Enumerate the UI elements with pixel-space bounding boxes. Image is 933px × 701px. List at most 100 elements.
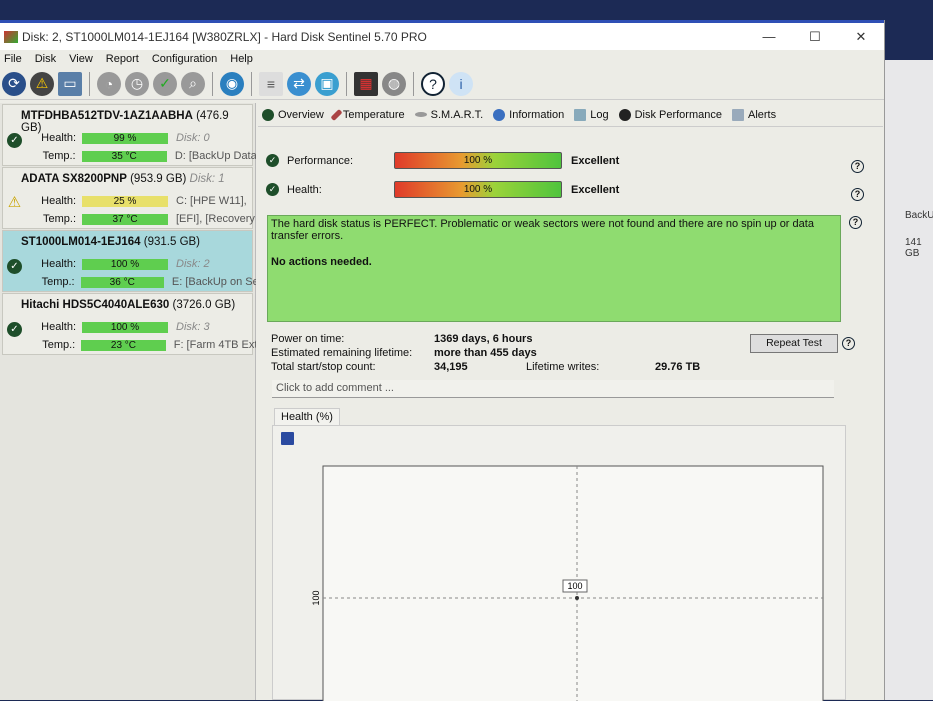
- help-icon[interactable]: ?: [851, 188, 864, 201]
- menu-configuration[interactable]: Configuration: [152, 53, 226, 65]
- sync-icon[interactable]: ⇄: [287, 71, 311, 96]
- smart-icon: [414, 112, 427, 117]
- menu-file[interactable]: File: [4, 53, 31, 65]
- health-bar: 100 %: [82, 258, 168, 270]
- disk-timer-icon[interactable]: ◷: [125, 71, 149, 96]
- tab-log[interactable]: Log: [574, 108, 609, 121]
- tab-label: Overview: [278, 108, 324, 121]
- disk-card-1[interactable]: ADATA SX8200PNP (953.9 GB) Disk: 1 ⚠ Hea…: [2, 167, 255, 229]
- information-icon: [493, 108, 506, 121]
- tab-label: S.M.A.R.T.: [430, 108, 484, 121]
- sound-icon[interactable]: ◍: [382, 71, 406, 96]
- health-bar: 25 %: [82, 195, 168, 207]
- health-bar: 100 %: [82, 321, 168, 333]
- disk-card-2[interactable]: ST1000LM014-1EJ164 (931.5 GB) ✓ Health: 1…: [2, 230, 256, 292]
- power-on-value: 1369 days, 6 hours: [434, 333, 533, 345]
- app-icon: [4, 30, 18, 43]
- performance-bar: 100 %: [394, 152, 562, 169]
- tab-information[interactable]: Information: [493, 108, 564, 121]
- tab-health-chart[interactable]: Health (%): [274, 408, 340, 425]
- check-icon: ✓: [7, 133, 22, 148]
- app-window: Disk: 2, ST1000LM014-1EJ164 [W380ZRLX] -…: [0, 20, 885, 701]
- health-bar: 99 %: [82, 132, 168, 144]
- disk-size: (953.9 GB): [130, 173, 187, 185]
- health-label: Health:: [41, 195, 76, 207]
- disk-name: MTFDHBA512TDV-1AZ1AABHA: [21, 110, 193, 122]
- volumes: E: [BackUp on Se: [171, 276, 256, 288]
- tab-overview[interactable]: Overview: [262, 108, 324, 121]
- menu-report[interactable]: Report: [106, 53, 148, 65]
- alert-icon[interactable]: ⚠: [30, 71, 54, 96]
- check-icon: [262, 108, 274, 121]
- disk-number: Disk: 0: [176, 132, 210, 144]
- menu-disk[interactable]: Disk: [35, 53, 65, 65]
- disk-card-0[interactable]: MTFDHBA512TDV-1AZ1AABHA (476.9 GB) ✓ Hea…: [2, 104, 256, 166]
- tab-disk-performance[interactable]: Disk Performance: [618, 108, 722, 121]
- disk-list: MTFDHBA512TDV-1AZ1AABHA (476.9 GB) ✓ Hea…: [0, 103, 256, 700]
- tab-label: Log: [590, 108, 609, 121]
- warning-icon: ⚠: [7, 194, 22, 211]
- web-icon[interactable]: ◉: [220, 71, 244, 96]
- help-icon[interactable]: ?: [849, 216, 862, 229]
- desktop-background: BackU 141 GB: [885, 60, 933, 700]
- temp-label: Temp.:: [42, 150, 76, 162]
- power-on-label: Power on time:: [271, 333, 345, 345]
- refresh-icon[interactable]: ⟳: [2, 71, 26, 96]
- close-button[interactable]: ✕: [838, 29, 884, 45]
- tab-label: Disk Performance: [634, 108, 722, 121]
- menu-view[interactable]: View: [69, 53, 102, 65]
- volumes: F: [Farm 4TB Ext: [173, 339, 256, 351]
- performance-label: Performance:: [287, 154, 354, 167]
- disk-number: Disk: 2: [176, 258, 210, 270]
- action-text: No actions needed.: [271, 256, 372, 268]
- disk-test-icon[interactable]: ◔: [97, 71, 121, 96]
- temp-bar: 35 °C: [81, 150, 167, 162]
- startstop-value: 34,195: [434, 361, 468, 373]
- report-icon[interactable]: ≡: [259, 71, 283, 96]
- volumes: D: [BackUp Data: [174, 150, 256, 162]
- performance-icon: [618, 108, 631, 121]
- log-icon: [574, 108, 587, 121]
- detail-panel: Overview Temperature S.M.A.R.T. Informat…: [258, 103, 883, 701]
- menu-help[interactable]: Help: [230, 53, 262, 65]
- disk-check-icon[interactable]: ✓: [153, 71, 177, 96]
- startstop-label: Total start/stop count:: [271, 361, 376, 373]
- health-label: Health:: [41, 321, 76, 333]
- disk-search-icon[interactable]: ⌕: [181, 71, 205, 96]
- comment-input[interactable]: Click to add comment ...: [272, 380, 834, 398]
- tab-smart[interactable]: S.M.A.R.T.: [414, 108, 484, 121]
- health-row: ✓ Health: 100 % Excellent: [266, 181, 866, 198]
- monitor-icon[interactable]: ▦: [354, 71, 378, 96]
- info-icon[interactable]: i: [449, 71, 473, 96]
- y-tick-label: 100: [311, 590, 321, 605]
- repeat-test-button[interactable]: Repeat Test: [750, 334, 838, 353]
- health-label: Health:: [287, 183, 322, 196]
- help-icon[interactable]: ?: [842, 337, 855, 350]
- tab-label: Temperature: [342, 108, 405, 121]
- window-title: Disk: 2, ST1000LM014-1EJ164 [W380ZRLX] -…: [22, 29, 427, 44]
- volumes: [EFI], [Recovery: [176, 213, 255, 225]
- tab-label: Alerts: [747, 108, 777, 121]
- disk-info-icon[interactable]: ▭: [58, 71, 82, 96]
- tab-temperature[interactable]: Temperature: [330, 108, 405, 121]
- network-icon[interactable]: ▣: [315, 71, 339, 96]
- help-icon[interactable]: ?: [421, 71, 445, 96]
- minimize-button[interactable]: —: [746, 29, 792, 45]
- check-icon: ✓: [266, 183, 279, 196]
- status-text: The hard disk status is PERFECT. Problem…: [271, 218, 814, 242]
- disk-name: Hitachi HDS5C4040ALE630: [21, 299, 170, 311]
- health-chart: 100 100: [272, 425, 846, 701]
- disk-card-3[interactable]: Hitachi HDS5C4040ALE630 (3726.0 GB) ✓ He…: [2, 293, 256, 355]
- maximize-button[interactable]: ☐: [792, 29, 838, 45]
- tab-alerts[interactable]: Alerts: [731, 108, 777, 121]
- data-point: [575, 596, 579, 600]
- disk-size: (3726.0 GB): [172, 299, 236, 311]
- volumes: C: [HPE W11],: [176, 195, 247, 207]
- point-label: 100: [567, 581, 582, 591]
- health-label: Health:: [41, 132, 76, 144]
- help-icon[interactable]: ?: [851, 160, 864, 173]
- desktop-drive-label: BackU: [905, 210, 933, 221]
- chart-svg: 100 100: [311, 465, 824, 701]
- status-box: The hard disk status is PERFECT. Problem…: [267, 215, 841, 322]
- health-rating: Excellent: [571, 183, 620, 196]
